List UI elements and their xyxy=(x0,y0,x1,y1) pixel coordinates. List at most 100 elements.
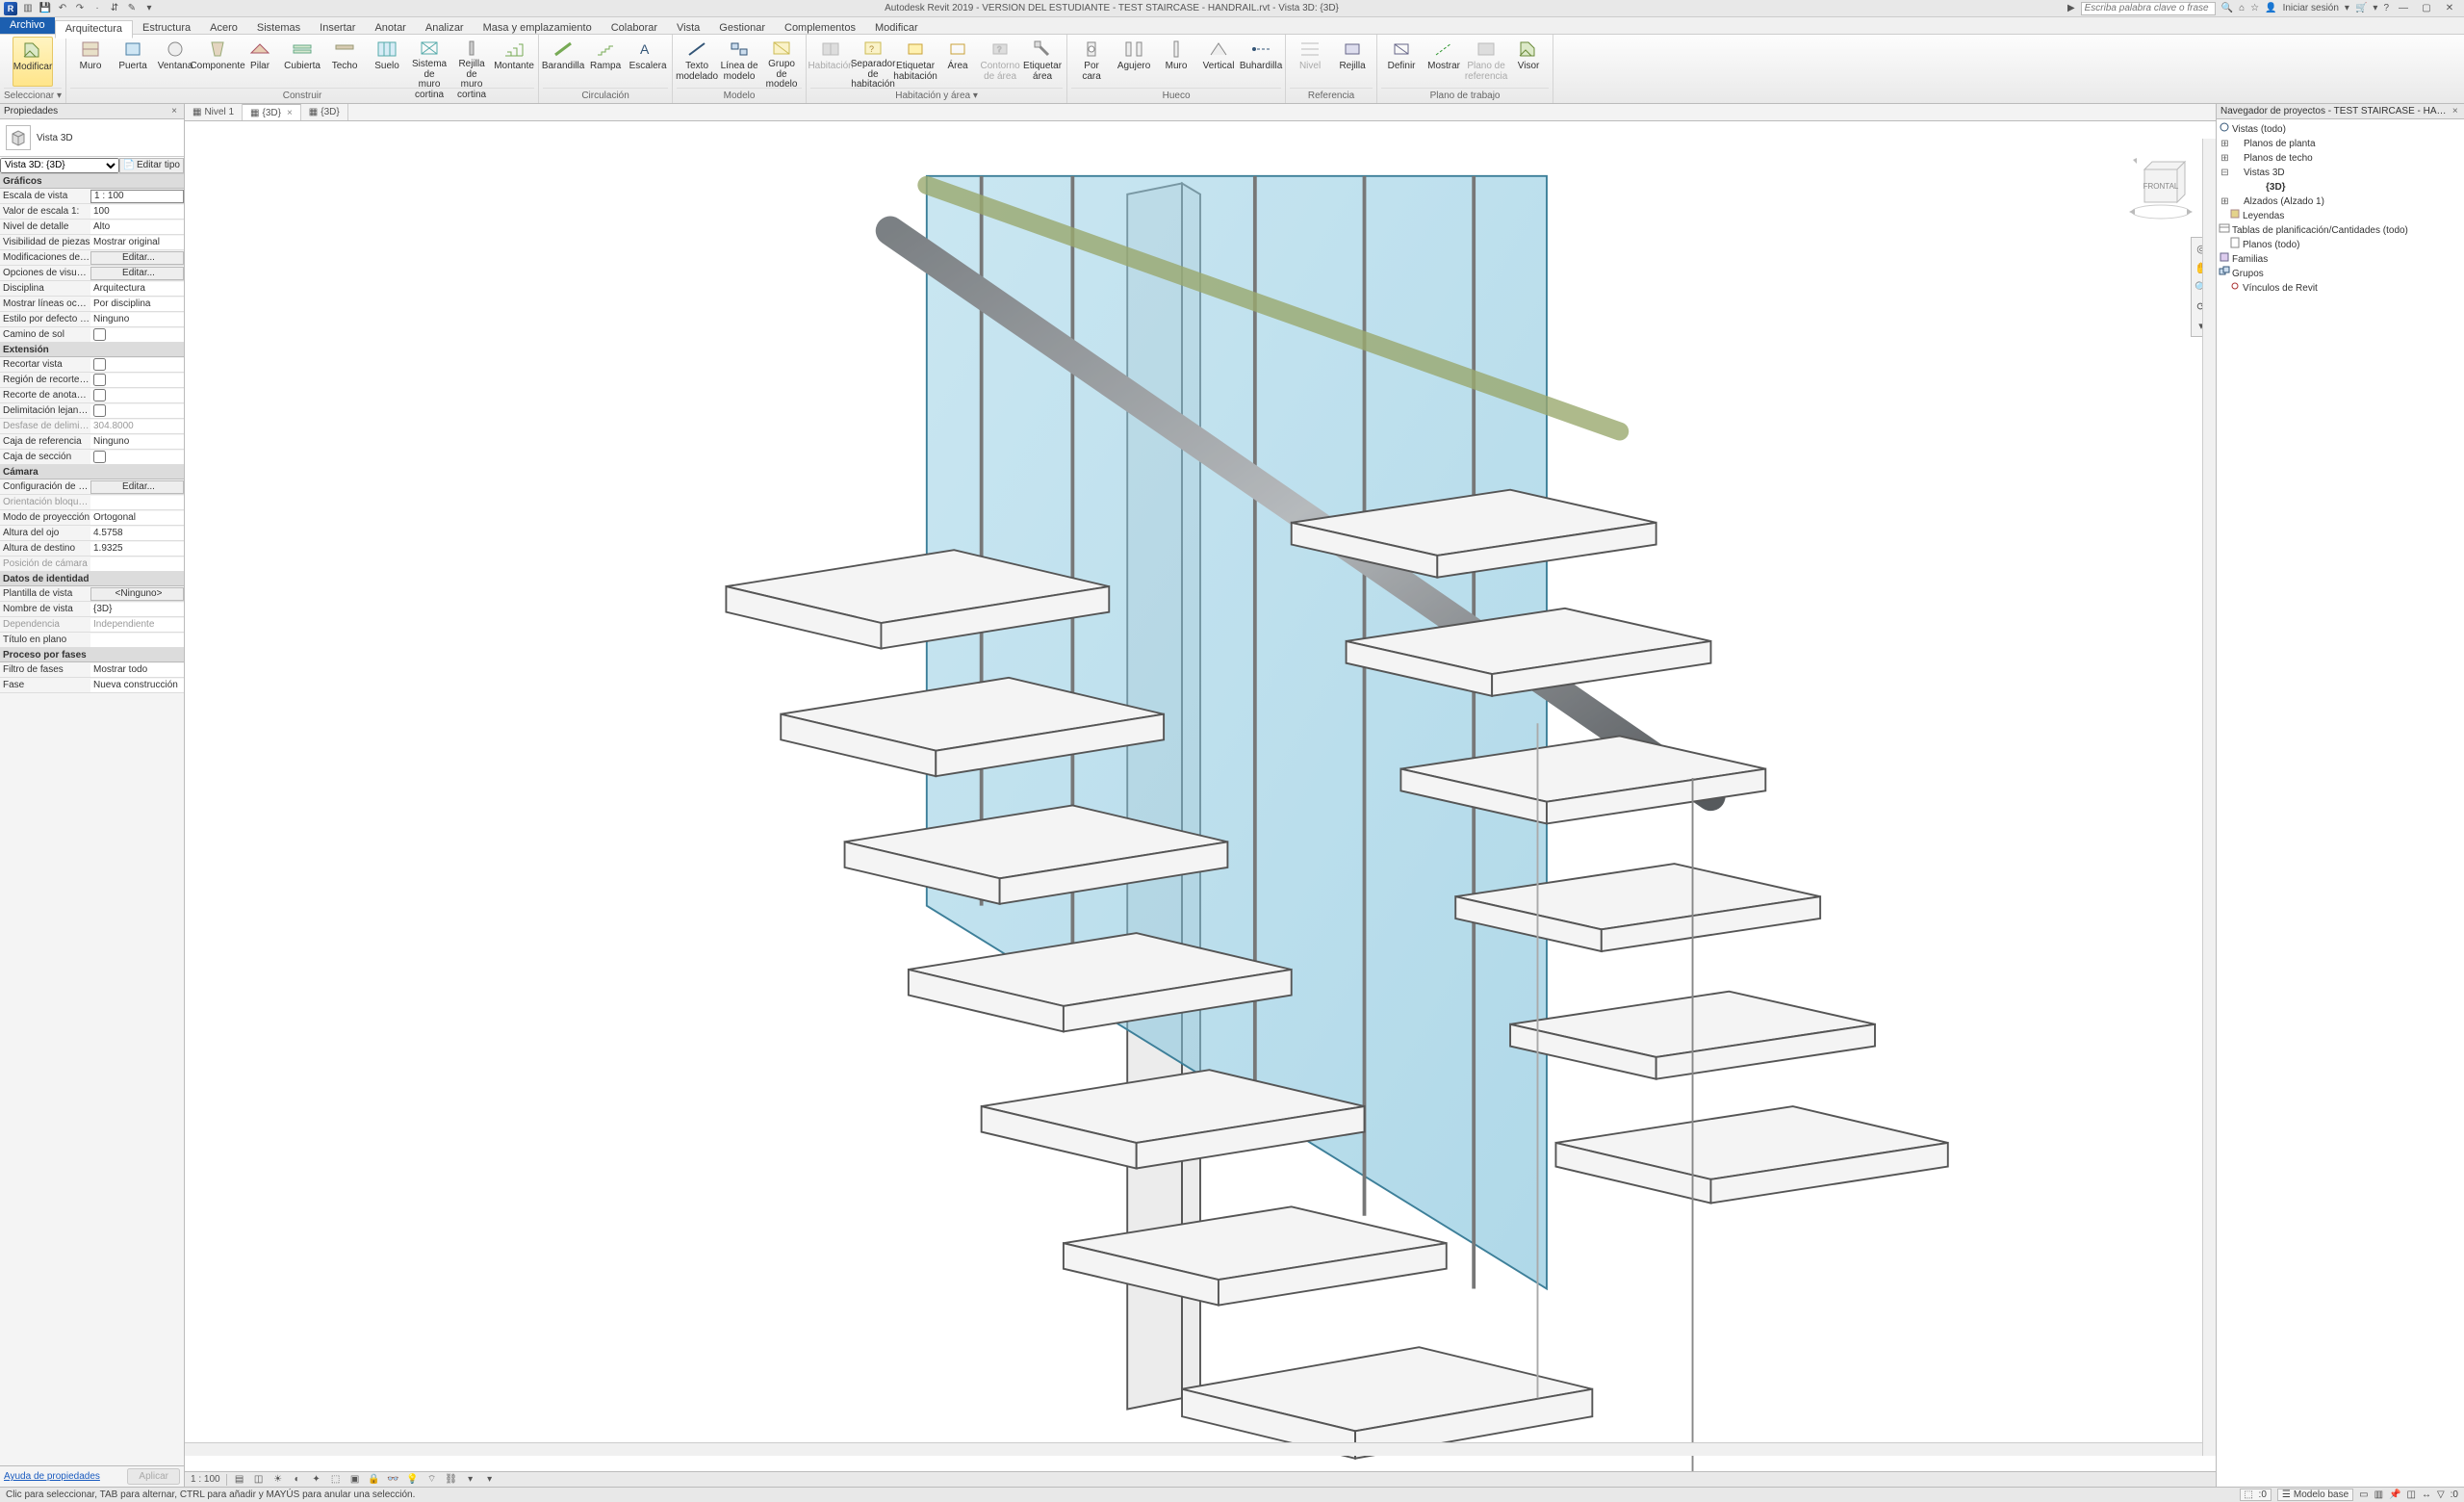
tree-node[interactable]: Leyendas xyxy=(2217,208,2464,222)
tab-archivo[interactable]: Archivo xyxy=(0,17,55,34)
select-links-icon[interactable]: ▭ xyxy=(2359,1489,2368,1500)
properties-grid[interactable]: GráficosEscala de vista1 : 100Valor de e… xyxy=(0,174,184,1465)
props-value[interactable] xyxy=(90,389,184,402)
signin-caret-icon[interactable]: ▾ xyxy=(2345,3,2349,13)
tab-arquitectura[interactable]: Arquitectura xyxy=(55,20,133,39)
props-section-cámara[interactable]: Cámara xyxy=(0,465,184,479)
props-checkbox[interactable] xyxy=(93,404,106,417)
props-section-extensión[interactable]: Extensión xyxy=(0,343,184,357)
tree-node[interactable]: ⊟Vistas (todo) xyxy=(2217,121,2464,136)
ribbon-btn-rejilla[interactable]: Rejilla xyxy=(1332,37,1373,87)
revit-logo-icon[interactable]: R xyxy=(4,2,17,15)
props-section-gráficos[interactable]: Gráficos xyxy=(0,174,184,189)
tree-node[interactable]: ⊟Vistas 3D xyxy=(2217,165,2464,179)
props-checkbox[interactable] xyxy=(93,374,106,386)
props-value[interactable]: Ninguno xyxy=(90,435,184,449)
lock-3d-icon[interactable]: 🔒 xyxy=(368,1473,381,1487)
props-value[interactable]: <Ninguno> xyxy=(90,587,184,601)
ribbon-btn-buhardilla[interactable]: Buhardilla xyxy=(1241,37,1281,87)
drag-icon[interactable]: ↔ xyxy=(2422,1489,2431,1500)
ribbon-btn-rampa[interactable]: Rampa xyxy=(585,37,626,87)
exchange-icon[interactable]: 🛒 xyxy=(2355,3,2367,13)
props-value[interactable]: Mostrar todo xyxy=(90,663,184,677)
ribbon-btn-etiquetar[interactable]: Etiquetarhabitación xyxy=(895,37,936,87)
ribbon-btn-pilar[interactable]: Pilar xyxy=(240,37,280,87)
props-value[interactable]: Nueva construcción xyxy=(90,679,184,692)
props-value[interactable]: 1.9325 xyxy=(90,542,184,556)
signin-label[interactable]: Iniciar sesión xyxy=(2283,3,2339,13)
props-value[interactable]: Ortogonal xyxy=(90,511,184,525)
props-value[interactable] xyxy=(90,374,184,387)
ribbon-btn-barandilla[interactable]: Barandilla xyxy=(543,37,583,87)
scrollbar-horizontal[interactable] xyxy=(185,1442,2202,1456)
vc-more-2-icon[interactable]: ▾ xyxy=(483,1473,497,1487)
ribbon-btn-modificar[interactable]: Modificar xyxy=(13,37,53,87)
ribbon-btn-techo[interactable]: Techo xyxy=(324,37,365,87)
view-tab-3D[interactable]: ▦{3D} xyxy=(301,104,348,120)
tree-node[interactable]: ⊞Familias xyxy=(2217,251,2464,266)
ribbon-btn-vertical[interactable]: Vertical xyxy=(1198,37,1239,87)
ribbon-btn-visor[interactable]: Visor xyxy=(1508,37,1549,87)
props-value[interactable]: Alto xyxy=(90,220,184,234)
visual-style-icon[interactable]: ◫ xyxy=(252,1473,266,1487)
worksets-button[interactable]: ⬚ :0 xyxy=(2240,1489,2272,1501)
maximize-button[interactable]: ▢ xyxy=(2418,3,2435,13)
properties-close-icon[interactable]: × xyxy=(168,106,180,117)
view-scale[interactable]: 1 : 100 xyxy=(191,1474,220,1485)
props-value[interactable]: 4.5758 xyxy=(90,527,184,540)
ribbon-btn-agujero[interactable]: Agujero xyxy=(1114,37,1154,87)
apply-button[interactable]: Aplicar xyxy=(127,1468,180,1485)
select-face-icon[interactable]: ◫ xyxy=(2407,1489,2416,1500)
tree-node[interactable]: {3D} xyxy=(2217,179,2464,194)
render-icon[interactable]: ✦ xyxy=(310,1473,323,1487)
open-icon[interactable]: ▥ xyxy=(21,2,35,15)
favorite-icon[interactable]: ☆ xyxy=(2250,3,2259,13)
ribbon-btn-cubierta[interactable]: Cubierta xyxy=(282,37,322,87)
props-value[interactable]: 1 : 100 xyxy=(90,190,184,203)
crop-icon[interactable]: ⬚ xyxy=(329,1473,343,1487)
select-underlay-icon[interactable]: ▥ xyxy=(2374,1489,2383,1500)
save-icon[interactable]: 💾 xyxy=(38,2,52,15)
props-checkbox[interactable] xyxy=(93,389,106,401)
project-tree[interactable]: ⊟Vistas (todo)⊞Planos de planta⊞Planos d… xyxy=(2217,119,2464,1487)
props-checkbox[interactable] xyxy=(93,451,106,463)
qat-more-icon[interactable]: ▾ xyxy=(142,2,156,15)
analytical-icon[interactable]: ⌔ xyxy=(425,1473,439,1487)
temp-hide-icon[interactable]: 👓 xyxy=(387,1473,400,1487)
props-value[interactable]: 100 xyxy=(90,205,184,219)
info-arrow-icon[interactable]: ▶ xyxy=(2067,3,2075,13)
view-tab-3D[interactable]: ▦{3D}× xyxy=(243,104,301,120)
props-value[interactable] xyxy=(90,451,184,464)
ribbon-btn-escalera[interactable]: AEscalera xyxy=(628,37,668,87)
props-value[interactable]: Arquitectura xyxy=(90,282,184,296)
type-selector[interactable]: Vista 3D xyxy=(0,119,184,157)
ribbon-btn-etiquetar[interactable]: Etiquetarárea xyxy=(1022,37,1063,87)
edit-type-button[interactable]: 📄 Editar tipo xyxy=(119,158,184,173)
sync-icon[interactable]: ⇵ xyxy=(108,2,121,15)
props-value[interactable]: Editar... xyxy=(90,251,184,265)
app-key-icon[interactable]: ⌂ xyxy=(2239,3,2245,13)
filter-icon[interactable]: ▽ xyxy=(2437,1489,2445,1500)
search-input[interactable] xyxy=(2081,2,2216,15)
close-button[interactable]: ✕ xyxy=(2441,3,2458,13)
props-value[interactable]: Editar... xyxy=(90,480,184,494)
props-checkbox[interactable] xyxy=(93,328,106,341)
properties-help-link[interactable]: Ayuda de propiedades xyxy=(4,1471,100,1482)
props-value[interactable]: {3D} xyxy=(90,603,184,616)
tree-node[interactable]: Planos (todo) xyxy=(2217,237,2464,251)
tree-node[interactable]: ⊞Tablas de planificación/Cantidades (tod… xyxy=(2217,222,2464,237)
props-value[interactable] xyxy=(90,328,184,342)
user-icon[interactable]: 👤 xyxy=(2265,3,2276,13)
props-value[interactable] xyxy=(90,358,184,372)
measure-icon[interactable]: ✎ xyxy=(125,2,139,15)
shadows-icon[interactable]: ◐ xyxy=(291,1473,304,1487)
canvas-3d[interactable]: FRONTAL ◎ ✋ 🔍 ⟳ ▾ xyxy=(185,121,2216,1471)
tree-node[interactable]: ⊞Grupos xyxy=(2217,266,2464,280)
ribbon-btn-texto[interactable]: Textomodelado xyxy=(677,37,717,87)
props-value[interactable] xyxy=(90,404,184,418)
reveal-constraints-icon[interactable]: ⛓ xyxy=(445,1473,458,1487)
ribbon-btn-montante[interactable]: Montante xyxy=(494,37,534,87)
view-tab-Nivel1[interactable]: ▦Nivel 1 xyxy=(185,104,243,120)
select-pinned-icon[interactable]: 📌 xyxy=(2389,1489,2400,1500)
ribbon-btn-muro[interactable]: Muro xyxy=(70,37,111,87)
